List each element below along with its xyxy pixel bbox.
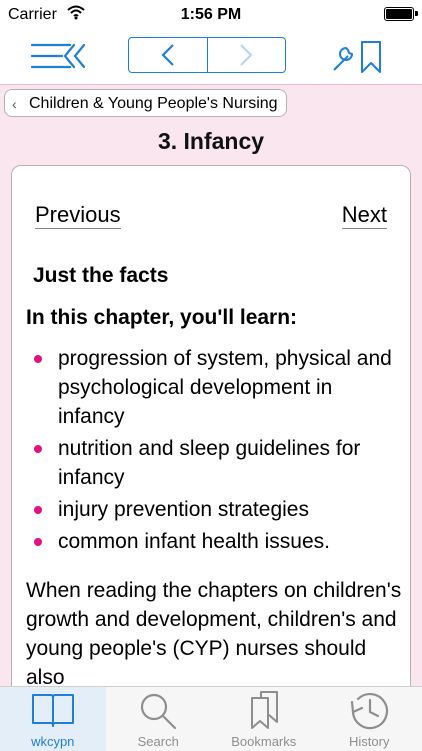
list-item: common infant health issues. xyxy=(26,527,400,556)
tab-label: History xyxy=(317,734,422,749)
bullet-icon xyxy=(34,355,42,363)
forward-button[interactable] xyxy=(207,38,286,72)
wrench-bookmark-icon xyxy=(328,36,388,76)
list-item: progression of system, physical and psyc… xyxy=(26,344,400,431)
tab-label: Search xyxy=(106,734,212,749)
tab-label: wkcypn xyxy=(0,734,106,749)
breadcrumb[interactable]: ‹ Children & Young People's Nursing xyxy=(4,89,287,117)
menu-button[interactable] xyxy=(28,37,88,75)
body-paragraph: When reading the chapters on children's … xyxy=(26,576,402,692)
menu-collapse-icon xyxy=(28,37,88,75)
book-icon xyxy=(30,690,76,730)
battery-icon xyxy=(384,7,414,21)
status-time: 1:56 PM xyxy=(0,6,422,24)
tab-bar: wkcypn Search Bookmarks History xyxy=(0,686,422,751)
list-item: injury prevention strategies xyxy=(26,495,400,524)
content-card: Previous Next Just the facts In this cha… xyxy=(11,165,411,725)
page-title: 3. Infancy xyxy=(0,128,422,155)
tab-search[interactable]: Search xyxy=(106,687,212,751)
chevron-left-icon xyxy=(160,43,176,67)
learning-list: progression of system, physical and psyc… xyxy=(26,344,400,559)
back-button[interactable] xyxy=(129,38,207,72)
section-heading: Just the facts xyxy=(33,264,168,288)
bullet-icon xyxy=(34,445,42,453)
magnifier-icon xyxy=(135,690,181,732)
list-item: nutrition and sleep guidelines for infan… xyxy=(26,434,400,492)
tab-wkcypn[interactable]: wkcypn xyxy=(0,687,106,751)
status-bar: Carrier 1:56 PM xyxy=(0,0,422,30)
bullet-icon xyxy=(34,538,42,546)
bookmarks-icon xyxy=(241,690,287,732)
previous-link[interactable]: Previous xyxy=(35,202,121,229)
tab-label: Bookmarks xyxy=(211,734,317,749)
breadcrumb-label: Children & Young People's Nursing xyxy=(29,95,278,112)
tab-bookmarks[interactable]: Bookmarks xyxy=(211,687,317,751)
clock-icon xyxy=(344,690,394,732)
bullet-icon xyxy=(34,506,42,514)
next-link[interactable]: Next xyxy=(342,202,387,229)
chevron-right-icon xyxy=(238,43,254,67)
navigation-bar xyxy=(0,30,422,85)
chevron-left-icon: ‹ xyxy=(12,90,17,118)
intro-heading: In this chapter, you'll learn: xyxy=(26,306,297,330)
tab-history[interactable]: History xyxy=(317,687,422,751)
tools-bookmark-button[interactable] xyxy=(328,36,388,76)
page-navigation-control xyxy=(128,37,286,73)
